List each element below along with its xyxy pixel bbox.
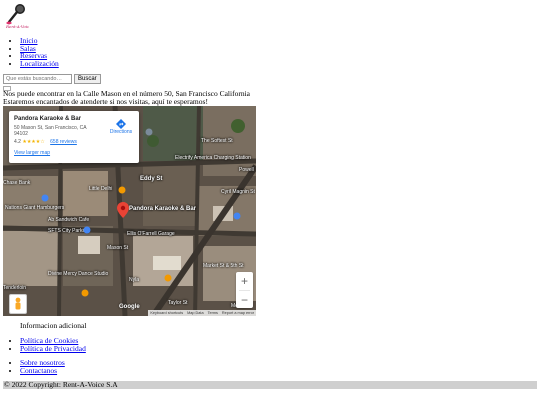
- reviews-link[interactable]: 658 reviews: [50, 139, 77, 145]
- svg-text:Rent-A-Voice: Rent-A-Voice: [5, 24, 29, 29]
- report-error-link[interactable]: Report a map error: [222, 311, 254, 315]
- rating-value: 4.2: [14, 139, 21, 145]
- zoom-controls: + −: [236, 272, 253, 308]
- about-link-item: Contactanos: [20, 366, 65, 375]
- map-label-ab-cafe: Ab Sandwich Cafe: [48, 217, 90, 223]
- map-label-s-st: Taylor St: [168, 300, 188, 306]
- map-label-pandora: Pandora Karaoke & Bar: [129, 206, 197, 212]
- directions-label: Directions: [109, 129, 133, 135]
- poi-pin-icon: [83, 226, 91, 234]
- search-input[interactable]: [3, 74, 72, 84]
- map-label-tenderloin: Tenderloin: [3, 285, 27, 291]
- pegman-icon: [15, 297, 21, 310]
- welcome-line: Estaremos encantados de atenderte si nos…: [3, 97, 208, 106]
- nav-item-localizacion: Localización: [20, 59, 59, 68]
- place-rating: 4.2 ★★★★☆ 658 reviews: [14, 139, 77, 146]
- place-info-card: Pandora Karaoke & Bar 50 Mason St, San F…: [9, 111, 139, 163]
- nav-link-localizacion[interactable]: Localización: [20, 59, 59, 68]
- map-label-nations: Nations Giant Hamburgers: [5, 205, 65, 211]
- terms-link[interactable]: Terms: [208, 311, 218, 315]
- rating-stars: ★★★★☆: [22, 139, 45, 145]
- map-label-eddy: Eddy St: [140, 176, 163, 182]
- address-block: Nos puede encontrar en la Calle Mason en…: [3, 89, 250, 106]
- map-attribution: Keyboard shortcuts Map Data Terms Report…: [148, 310, 256, 316]
- street-view-pegman-icon[interactable]: [9, 294, 27, 314]
- poi-pin-icon: [118, 186, 126, 194]
- map-label-charging: Electrify America Charging Station: [175, 155, 251, 161]
- privacy-policy-link[interactable]: Política de Privacidad: [20, 344, 86, 353]
- map-label-market: Market St & 5th St: [203, 263, 244, 269]
- place-address: 50 Mason St, San Francisco, CA 94102: [14, 125, 87, 137]
- zoom-out-button[interactable]: −: [236, 291, 253, 309]
- main-nav: Inicio Salas Reservas Localización: [20, 36, 59, 68]
- legal-links: Política de Cookies Política de Privacid…: [20, 336, 86, 353]
- additional-info-heading: Informacion adicional: [20, 321, 87, 330]
- map-label-mason: Mason St: [107, 245, 129, 251]
- about-links: Sobre nosotros Contactanos: [20, 358, 65, 375]
- map-label-little-delhi: Little Delhi: [89, 186, 113, 192]
- poi-pin-icon: [145, 128, 153, 136]
- map-label-powell: Powell: [239, 167, 254, 173]
- poi-pin-icon: [164, 274, 172, 282]
- directions-button[interactable]: Directions: [106, 119, 136, 136]
- map-label-divine: Divine Mercy Dance Studio: [48, 271, 109, 277]
- map-data-link[interactable]: Map Data: [187, 311, 203, 315]
- footer-copyright: © 2022 Copyright: Rent-A-Voice S.A: [3, 381, 537, 389]
- google-logo: Google: [119, 304, 140, 310]
- location-pin-icon[interactable]: [117, 202, 129, 218]
- poi-pin-icon: [81, 289, 89, 297]
- map-label-cyril: Cyril Magnin St: [221, 189, 255, 195]
- legal-link-item: Política de Privacidad: [20, 344, 86, 353]
- keyboard-shortcuts-link[interactable]: Keyboard shortcuts: [150, 311, 183, 315]
- directions-icon: [116, 119, 126, 129]
- zoom-in-button[interactable]: +: [236, 272, 253, 290]
- view-larger-map-link[interactable]: View larger map: [14, 150, 50, 157]
- place-title: Pandora Karaoke & Bar: [14, 116, 82, 122]
- map-label-nyla: Nyla: [129, 277, 140, 283]
- search-form: Buscar: [3, 74, 101, 84]
- map-label-chase: Chase Bank: [3, 180, 31, 186]
- embedded-map[interactable]: Pandora Karaoke & Bar 50 Mason St, San F…: [3, 106, 256, 316]
- map-label-softest: The Softest St: [201, 138, 233, 144]
- microphone-icon: Rent-A-Voice: [5, 4, 32, 29]
- map-label-ellis-parking: Ellis O'Farrell Garage: [127, 231, 175, 237]
- poi-pin-icon: [41, 194, 49, 202]
- search-button[interactable]: Buscar: [74, 74, 101, 84]
- poi-pin-icon: [233, 212, 241, 220]
- site-logo[interactable]: Rent-A-Voice: [3, 3, 32, 29]
- contact-link[interactable]: Contactanos: [20, 366, 57, 375]
